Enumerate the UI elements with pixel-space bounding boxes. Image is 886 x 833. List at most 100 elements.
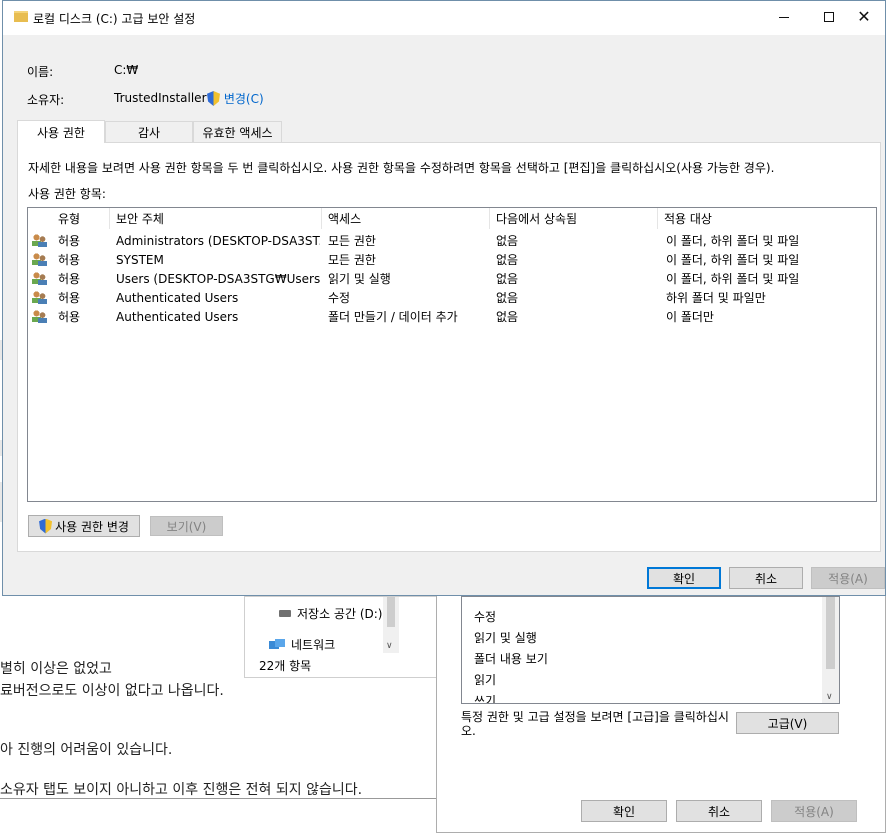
close-icon: ✕ bbox=[857, 7, 871, 26]
network-item[interactable]: 네트워크 bbox=[269, 636, 335, 653]
drive-icon bbox=[279, 610, 291, 617]
user-group-icon bbox=[32, 272, 47, 285]
grid-header: 유형 보안 주체 액세스 다음에서 상속됨 적용 대상 bbox=[28, 208, 876, 229]
explorer-scrollbar[interactable]: ∨ bbox=[383, 597, 399, 653]
background-explorer-window: 저장소 공간 (D:) 네트워크 22개 항목 ∨ bbox=[244, 596, 444, 678]
column-header-applies-to[interactable]: 적용 대상 bbox=[658, 208, 876, 229]
cell-principal: Authenticated Users bbox=[116, 290, 239, 305]
minimize-icon bbox=[779, 16, 789, 18]
cell-principal: Users (DESKTOP-DSA3STG₩Users) bbox=[116, 271, 320, 286]
cell-inherited: 없음 bbox=[496, 310, 519, 324]
column-header-inherited[interactable]: 다음에서 상속됨 bbox=[490, 208, 658, 229]
cell-access: 수정 bbox=[328, 291, 351, 305]
item-count: 22개 항목 bbox=[259, 657, 311, 674]
table-row[interactable]: 허용 Authenticated Users 폴더 만들기 / 데이터 추가 없… bbox=[28, 307, 876, 326]
scroll-down-icon[interactable]: ∨ bbox=[826, 692, 833, 702]
item-count-text: 22개 항목 bbox=[259, 659, 312, 673]
advanced-security-dialog: 로컬 디스크 (C:) 고급 보안 설정 ✕ 이름: C:₩ 소유자: Trus… bbox=[2, 0, 886, 596]
background-text-line: 소유자 탭도 보이지 아니하고 이후 진행은 전혀 되지 않습니다. bbox=[0, 782, 363, 798]
change-owner-text: 변경(C) bbox=[223, 92, 264, 106]
uac-shield-icon bbox=[39, 518, 53, 534]
permission-scroll-thumb[interactable] bbox=[826, 597, 835, 669]
permission-entries-grid[interactable]: 유형 보안 주체 액세스 다음에서 상속됨 적용 대상 허용 Administr… bbox=[27, 207, 877, 502]
user-group-icon bbox=[32, 253, 47, 266]
cell-principal: Administrators (DESKTOP-DSA3ST... bbox=[116, 233, 320, 248]
table-row[interactable]: 허용 Authenticated Users 수정 없음 하위 폴더 및 파일만 bbox=[28, 288, 876, 307]
drive-label: 저장소 공간 (D:) bbox=[297, 607, 383, 621]
permissions-panel: 자세한 내용을 보려면 사용 권한 항목을 두 번 클릭하십시오. 사용 권한 … bbox=[17, 142, 881, 552]
cell-applies-to: 이 폴더, 하위 폴더 및 파일 bbox=[666, 234, 800, 248]
apply-button[interactable]: 적용(A) bbox=[811, 567, 885, 589]
permission-list-scrollbar[interactable]: ∨ bbox=[822, 597, 839, 703]
cell-inherited: 없음 bbox=[496, 234, 519, 248]
cell-type: 허용 bbox=[58, 291, 81, 305]
cancel-button[interactable]: 취소 bbox=[729, 567, 803, 589]
cell-principal: SYSTEM bbox=[116, 252, 164, 267]
change-owner-link[interactable]: 변경(C) bbox=[207, 90, 264, 107]
minimize-button[interactable] bbox=[761, 1, 807, 33]
background-text-line: 별히 이상은 없었고 bbox=[0, 661, 112, 677]
uac-shield-icon bbox=[207, 91, 220, 106]
cell-inherited: 없음 bbox=[496, 253, 519, 267]
network-label: 네트워크 bbox=[291, 638, 336, 652]
cancel-button[interactable]: 취소 bbox=[676, 800, 762, 822]
cell-applies-to: 이 폴더, 하위 폴더 및 파일 bbox=[666, 253, 800, 267]
background-text-line: 아 진행의 어려움이 있습니다. bbox=[0, 742, 173, 758]
cell-inherited: 없음 bbox=[496, 291, 519, 305]
permission-item: 읽기 및 실행 bbox=[474, 631, 537, 645]
column-header-type[interactable]: 유형 bbox=[52, 208, 110, 229]
title-bar[interactable]: 로컬 디스크 (C:) 고급 보안 설정 ✕ bbox=[3, 1, 885, 35]
table-row[interactable]: 허용 Administrators (DESKTOP-DSA3ST... 모든 … bbox=[28, 231, 876, 250]
cell-type: 허용 bbox=[58, 253, 81, 267]
background-properties-dialog: 수정 읽기 및 실행 폴더 내용 보기 읽기 쓰기 ∨ 특정 권한 및 고급 설… bbox=[436, 590, 886, 833]
cell-inherited: 없음 bbox=[496, 272, 519, 286]
ok-button[interactable]: 확인 bbox=[647, 567, 721, 589]
explorer-scroll-thumb[interactable] bbox=[387, 597, 395, 627]
drive-item[interactable]: 저장소 공간 (D:) bbox=[279, 605, 382, 622]
advanced-hint-text: 특정 권한 및 고급 설정을 보려면 [고급]을 클릭하십시오. bbox=[461, 710, 729, 738]
permission-entries-label: 사용 권한 항목: bbox=[28, 187, 106, 201]
table-row[interactable]: 허용 SYSTEM 모든 권한 없음 이 폴더, 하위 폴더 및 파일 bbox=[28, 250, 876, 269]
permission-list[interactable]: 수정 읽기 및 실행 폴더 내용 보기 읽기 쓰기 ∨ bbox=[461, 596, 840, 704]
network-icon bbox=[269, 638, 285, 651]
owner-value: TrustedInstaller bbox=[114, 91, 207, 105]
owner-label: 소유자: bbox=[27, 93, 65, 107]
cell-access: 모든 권한 bbox=[328, 234, 376, 248]
cell-type: 허용 bbox=[58, 272, 81, 286]
view-button[interactable]: 보기(V) bbox=[150, 516, 223, 536]
column-header-access[interactable]: 액세스 bbox=[322, 208, 490, 229]
tab-permissions[interactable]: 사용 권한 bbox=[17, 120, 105, 143]
advanced-button[interactable]: 고급(V) bbox=[736, 712, 839, 734]
ok-button[interactable]: 확인 bbox=[581, 800, 667, 822]
cell-access: 읽기 및 실행 bbox=[328, 272, 391, 286]
cell-type: 허용 bbox=[58, 234, 81, 248]
scroll-down-icon[interactable]: ∨ bbox=[386, 641, 393, 651]
cell-access: 폴더 만들기 / 데이터 추가 bbox=[328, 310, 458, 324]
folder-icon bbox=[14, 11, 28, 22]
table-row[interactable]: 허용 Users (DESKTOP-DSA3STG₩Users) 읽기 및 실행… bbox=[28, 269, 876, 288]
cell-applies-to: 이 폴더만 bbox=[666, 310, 714, 324]
permission-item: 수정 bbox=[474, 610, 497, 624]
user-group-icon bbox=[32, 291, 47, 304]
tab-effective-access[interactable]: 유효한 액세스 bbox=[193, 121, 282, 142]
cell-principal: Authenticated Users bbox=[116, 309, 239, 324]
maximize-icon bbox=[824, 12, 834, 22]
name-value: C:₩ bbox=[114, 63, 139, 77]
instruction-text: 자세한 내용을 보려면 사용 권한 항목을 두 번 클릭하십시오. 사용 권한 … bbox=[28, 161, 775, 175]
user-group-icon bbox=[32, 310, 47, 323]
cell-access: 모든 권한 bbox=[328, 253, 376, 267]
cell-applies-to: 하위 폴더 및 파일만 bbox=[666, 291, 766, 305]
close-button[interactable]: ✕ bbox=[841, 1, 886, 33]
permission-item: 읽기 bbox=[474, 673, 497, 687]
change-permissions-button[interactable]: 사용 권한 변경 bbox=[28, 515, 140, 537]
background-text-line: 료버전으로도 이상이 없다고 나옵니다. bbox=[0, 683, 224, 699]
apply-button[interactable]: 적용(A) bbox=[771, 800, 857, 822]
permission-item: 쓰기 bbox=[474, 694, 497, 704]
permission-item: 폴더 내용 보기 bbox=[474, 652, 548, 666]
name-label: 이름: bbox=[27, 65, 54, 79]
cell-type: 허용 bbox=[58, 310, 81, 324]
column-header-principal[interactable]: 보안 주체 bbox=[110, 208, 322, 229]
background-divider bbox=[0, 798, 440, 799]
tab-auditing[interactable]: 감사 bbox=[105, 121, 193, 142]
window-title: 로컬 디스크 (C:) 고급 보안 설정 bbox=[33, 12, 196, 26]
